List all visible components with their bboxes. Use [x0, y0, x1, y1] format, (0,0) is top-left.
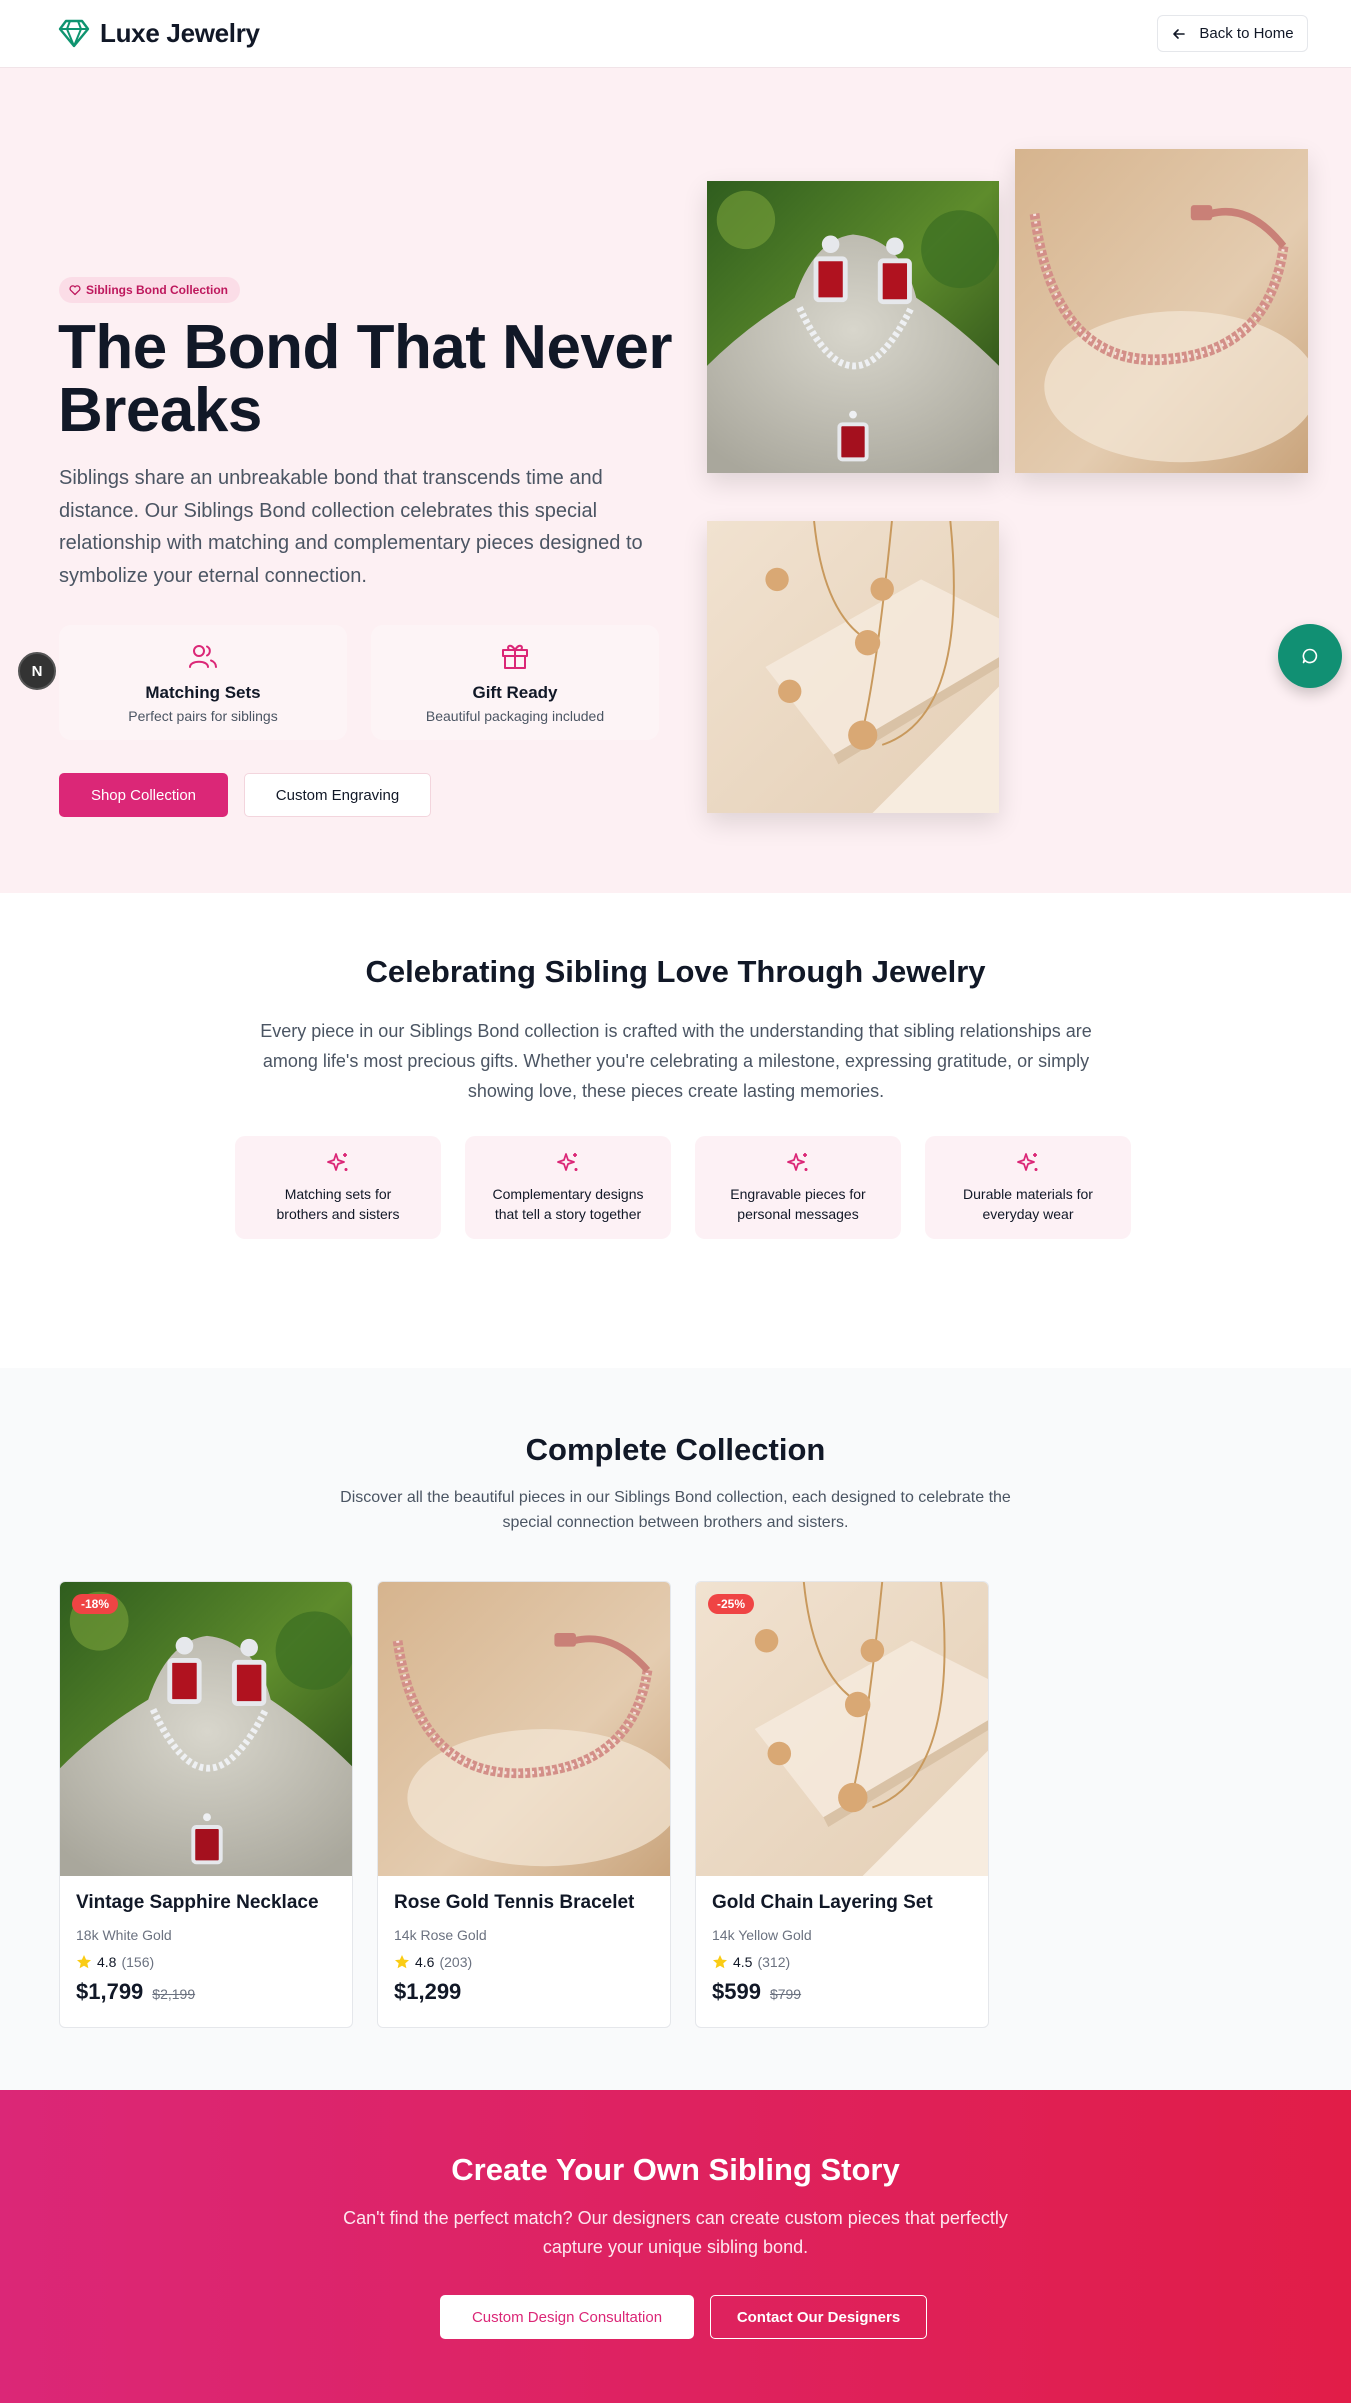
- product-old-price: $799: [769, 1986, 802, 2002]
- brand-name: Luxe Jewelry: [100, 17, 260, 48]
- sparkles-icon: [327, 1153, 348, 1171]
- feature-title: Matching Sets: [145, 683, 261, 702]
- gift-icon: [502, 644, 528, 669]
- feature-subtitle: Beautiful packaging included: [425, 708, 605, 724]
- cta-title: Create Your Own Sibling Story: [451, 2152, 900, 2187]
- review-count: (156): [121, 1954, 155, 1970]
- collection-description: Discover all the beautiful pieces in our…: [340, 1489, 1011, 1531]
- badge-label: Siblings Bond Collection: [86, 283, 228, 297]
- custom-design-consultation-button[interactable]: Custom Design Consultation: [440, 2295, 694, 2339]
- sparkles-icon: [557, 1153, 578, 1171]
- hero-description: Siblings share an unbreakable bond that …: [59, 467, 643, 587]
- star-icon: [395, 1955, 409, 1969]
- gem-icon: [58, 19, 90, 48]
- product-card-rose-gold-tennis-bracelet[interactable]: Rose Gold Tennis Bracelet 14k Rose Gold …: [377, 1581, 671, 2028]
- product-card-vintage-sapphire-necklace[interactable]: -18% Vintage Sapphire Necklace 18k White…: [59, 1581, 353, 2028]
- review-count: (203): [439, 1954, 473, 1970]
- collection-badge: Siblings Bond Collection: [59, 277, 240, 303]
- about-description: Every piece in our Siblings Bond collect…: [260, 1021, 1092, 1101]
- rating-value: 4.8: [97, 1954, 117, 1970]
- value-card: Engravable pieces for personal messages: [695, 1136, 901, 1239]
- hero-image-necklace: [707, 181, 999, 473]
- value-card: Matching sets for brothers and sisters: [235, 1136, 441, 1239]
- product-name[interactable]: Gold Chain Layering Set: [712, 1892, 933, 1914]
- value-line-1: Engravable pieces for: [730, 1186, 866, 1202]
- arrow-left-icon: [1173, 28, 1186, 39]
- value-line-2: everyday wear: [982, 1206, 1074, 1222]
- value-line-1: Durable materials for: [963, 1186, 1093, 1202]
- chat-icon: [1302, 648, 1318, 664]
- product-rating: 4.5 (312): [712, 1954, 790, 1970]
- product-material: 14k Yellow Gold: [712, 1927, 812, 1943]
- review-count: (312): [757, 1954, 791, 1970]
- value-line-1: Complementary designs: [492, 1186, 644, 1202]
- star-icon: [77, 1955, 91, 1969]
- value-card: Complementary designs that tell a story t…: [465, 1136, 671, 1239]
- product-price: $1,299: [394, 1979, 462, 2004]
- discount-badge: -25%: [708, 1594, 755, 1614]
- star-icon: [713, 1955, 727, 1969]
- product-card-gold-chain-layering-set[interactable]: -25% Gold Chain Layering Set 14k Yellow …: [695, 1581, 989, 2028]
- feature-subtitle: Perfect pairs for siblings: [128, 708, 278, 724]
- product-price: $1,799: [76, 1979, 144, 2004]
- value-line-2: brothers and sisters: [276, 1206, 400, 1222]
- brand-logo[interactable]: Luxe Jewelry: [58, 17, 260, 49]
- product-material: 18k White Gold: [76, 1927, 172, 1943]
- shop-collection-button[interactable]: Shop Collection: [59, 773, 228, 817]
- discount-badge: -18%: [72, 1594, 119, 1614]
- product-name[interactable]: Vintage Sapphire Necklace: [76, 1892, 319, 1914]
- cta-description: Can't find the perfect match? Our design…: [343, 2208, 1008, 2257]
- product-price: $599: [712, 1979, 761, 2004]
- product-rating: 4.6 (203): [394, 1954, 472, 1970]
- n-badge-button[interactable]: N: [18, 652, 56, 690]
- product-name[interactable]: Rose Gold Tennis Bracelet: [394, 1892, 634, 1914]
- product-price-row: $1,799 $2,199: [76, 1979, 195, 2005]
- sparkles-icon: [1017, 1153, 1038, 1171]
- hero-image-bracelet: [1015, 149, 1308, 473]
- rating-value: 4.5: [733, 1954, 753, 1970]
- value-card: Durable materials for everyday wear: [925, 1136, 1131, 1239]
- back-to-home-button[interactable]: Back to Home: [1157, 15, 1308, 52]
- value-line-2: that tell a story together: [494, 1206, 642, 1222]
- product-price-row: $599 $799: [712, 1979, 801, 2005]
- feature-card-gift-ready: Gift Ready Beautiful packaging included: [371, 625, 659, 740]
- back-to-home-label: Back to Home: [1199, 25, 1294, 42]
- users-icon: [189, 645, 217, 668]
- value-line-1: Matching sets for: [284, 1186, 392, 1202]
- custom-design-cta-section: Create Your Own Sibling Story Can't find…: [0, 2090, 1351, 2403]
- value-line-2: personal messages: [737, 1206, 859, 1222]
- collection-title: Complete Collection: [525, 1432, 826, 1467]
- product-image[interactable]: [378, 1582, 671, 1876]
- contact-designers-button[interactable]: Contact Our Designers: [710, 2295, 927, 2339]
- about-title: Celebrating Sibling Love Through Jewelry: [365, 954, 986, 989]
- product-old-price: $2,199: [152, 1986, 196, 2002]
- product-image[interactable]: [696, 1582, 989, 1876]
- product-image[interactable]: [60, 1582, 353, 1876]
- feature-title: Gift Ready: [472, 683, 558, 702]
- chat-button[interactable]: [1278, 624, 1342, 688]
- custom-engraving-button[interactable]: Custom Engraving: [244, 773, 431, 817]
- heart-icon: [69, 285, 81, 296]
- sparkles-icon: [787, 1153, 808, 1171]
- collection-section: Complete Collection Discover all the bea…: [0, 1368, 1351, 2090]
- rating-value: 4.6: [415, 1954, 435, 1970]
- product-price-row: $1,299: [394, 1979, 461, 2005]
- hero-section: Siblings Bond Collection The Bond That N…: [0, 68, 1351, 893]
- feature-card-matching-sets: Matching Sets Perfect pairs for siblings: [59, 625, 347, 740]
- product-material: 14k Rose Gold: [394, 1927, 487, 1943]
- product-rating: 4.8 (156): [76, 1954, 154, 1970]
- site-header: Luxe Jewelry Back to Home: [0, 0, 1351, 68]
- hero-image-chains: [707, 521, 999, 813]
- hero-title: The Bond That Never Breaks: [58, 313, 673, 445]
